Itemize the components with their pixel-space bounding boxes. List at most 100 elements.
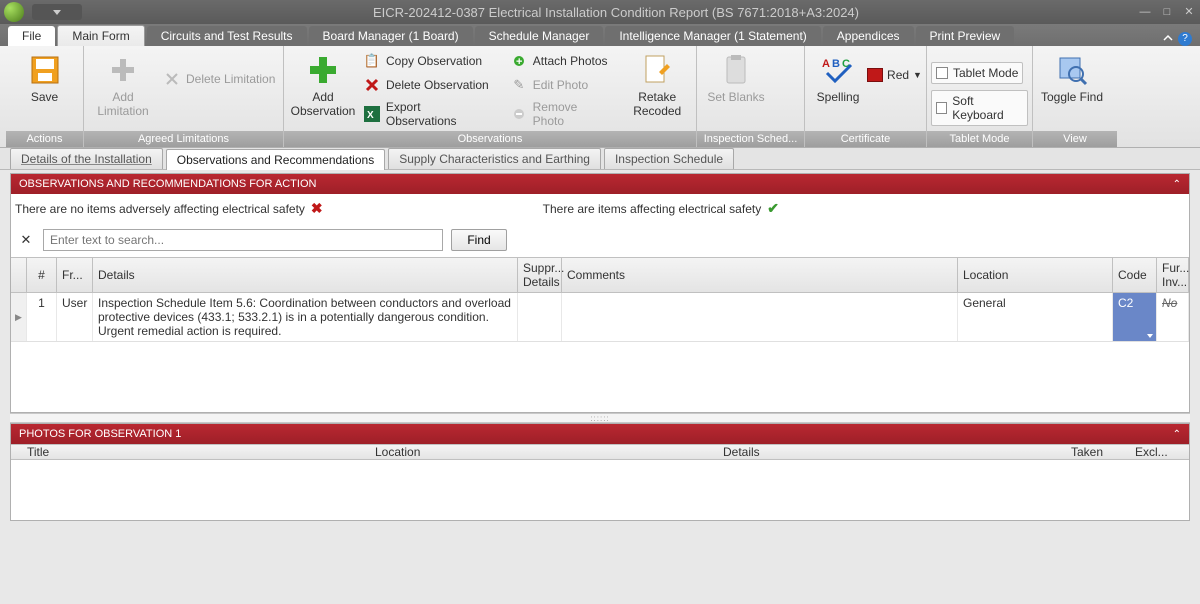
chevron-up-icon[interactable] xyxy=(1162,32,1176,46)
collapse-icon[interactable]: ⌃ xyxy=(1173,179,1181,190)
save-button[interactable]: Save xyxy=(10,48,79,109)
soft-keyboard-label: Soft Keyboard xyxy=(952,94,1023,122)
ribbon: Save Actions Add Limitation Delete Limit… xyxy=(0,46,1200,148)
cell-supp xyxy=(518,293,562,341)
splitter-handle[interactable]: :::::: xyxy=(10,413,1190,423)
add-observation-button[interactable]: Add Observation xyxy=(288,48,358,123)
main-tabs: File Main Form Circuits and Test Results… xyxy=(0,24,1200,46)
group-view-label: View xyxy=(1033,131,1117,147)
cell-code[interactable]: C2 xyxy=(1113,293,1157,341)
col-photo-details[interactable]: Details xyxy=(723,445,1071,459)
remove-photo-button[interactable]: Remove Photo xyxy=(507,98,615,130)
app-orb-icon[interactable] xyxy=(4,2,24,22)
attach-photos-button[interactable]: +Attach Photos xyxy=(507,50,615,72)
row-selector-header xyxy=(11,258,27,292)
delete-observation-button[interactable]: Delete Observation xyxy=(360,74,497,96)
soft-keyboard-checkbox[interactable]: Soft Keyboard xyxy=(931,90,1028,126)
toggle-find-label: Toggle Find xyxy=(1041,90,1103,104)
set-blanks-label: Set Blanks xyxy=(707,90,764,104)
col-code[interactable]: Code xyxy=(1113,258,1157,292)
observations-panel: OBSERVATIONS AND RECOMMENDATIONS FOR ACT… xyxy=(10,173,1190,413)
tab-intelligence-manager[interactable]: Intelligence Manager (1 Statement) xyxy=(605,26,820,46)
col-photo-taken[interactable]: Taken xyxy=(1071,445,1135,459)
edit-photo-button[interactable]: ✎Edit Photo xyxy=(507,74,615,96)
tablet-mode-checkbox[interactable]: Tablet Mode xyxy=(931,62,1023,84)
subtab-details[interactable]: Details of the Installation xyxy=(10,148,163,169)
col-further-inv[interactable]: Fur... Inv... xyxy=(1157,258,1189,292)
cell-further-inv: No xyxy=(1157,293,1189,341)
save-label: Save xyxy=(31,90,58,104)
photo-row-selector-header xyxy=(11,445,27,459)
tab-appendices[interactable]: Appendices xyxy=(823,26,914,46)
tab-main-form[interactable]: Main Form xyxy=(57,25,144,46)
spelling-button[interactable]: ABC Spelling xyxy=(809,48,867,109)
photos-panel: PHOTOS FOR OBSERVATION 1 ⌃ Title Locatio… xyxy=(10,423,1190,521)
window-title: EICR-202412-0387 Electrical Installation… xyxy=(94,5,1138,20)
tab-board-manager[interactable]: Board Manager (1 Board) xyxy=(309,26,473,46)
delete-icon xyxy=(163,70,181,88)
add-limitation-button[interactable]: Add Limitation xyxy=(88,48,158,123)
col-photo-location[interactable]: Location xyxy=(375,445,723,459)
col-photo-title[interactable]: Title xyxy=(27,445,375,459)
col-comments[interactable]: Comments xyxy=(562,258,958,292)
subtab-supply[interactable]: Supply Characteristics and Earthing xyxy=(388,148,601,169)
retake-recoded-button[interactable]: Retake Recoded xyxy=(622,48,692,123)
group-inspection-schedule-label: Inspection Sched... xyxy=(697,131,804,147)
color-selector[interactable]: Red ▼ xyxy=(867,68,922,82)
tab-schedule-manager[interactable]: Schedule Manager xyxy=(475,26,604,46)
find-button[interactable]: Find xyxy=(451,229,507,251)
help-icon[interactable]: ? xyxy=(1178,32,1192,46)
close-button[interactable]: ✕ xyxy=(1182,5,1196,19)
checkbox-icon xyxy=(936,67,948,79)
cell-comments xyxy=(562,293,958,341)
col-location[interactable]: Location xyxy=(958,258,1113,292)
observations-grid: # Fr... Details Suppr... Details Comment… xyxy=(11,257,1189,412)
export-observations-button[interactable]: XExport Observations xyxy=(360,98,497,130)
subtabs: Details of the Installation Observations… xyxy=(0,148,1200,170)
checkbox-icon xyxy=(936,102,947,114)
col-num[interactable]: # xyxy=(27,258,57,292)
save-icon xyxy=(28,53,62,87)
spelling-label: Spelling xyxy=(817,90,860,104)
col-from[interactable]: Fr... xyxy=(57,258,93,292)
tab-print-preview[interactable]: Print Preview xyxy=(916,26,1015,46)
observations-panel-heading: OBSERVATIONS AND RECOMMENDATIONS FOR ACT… xyxy=(19,178,316,190)
plus-icon xyxy=(106,53,140,87)
svg-text:X: X xyxy=(367,110,374,121)
toggle-find-button[interactable]: Toggle Find xyxy=(1037,48,1107,109)
check-icon: ✔ xyxy=(767,200,779,217)
collapse-icon[interactable]: ⌃ xyxy=(1173,429,1181,440)
delete-limitation-button[interactable]: Delete Limitation xyxy=(160,68,278,90)
svg-text:+: + xyxy=(516,56,522,68)
svg-text:B: B xyxy=(832,58,840,70)
document-pencil-icon xyxy=(640,53,674,87)
subtab-observations[interactable]: Observations and Recommendations xyxy=(166,149,385,170)
items-safety: There are items affecting electrical saf… xyxy=(543,200,779,217)
quick-access-toolbar[interactable] xyxy=(32,4,82,20)
minimize-button[interactable]: — xyxy=(1138,5,1152,19)
maximize-button[interactable]: □ xyxy=(1160,5,1174,19)
col-details[interactable]: Details xyxy=(93,258,518,292)
subtab-inspection[interactable]: Inspection Schedule xyxy=(604,148,734,169)
delete-observation-label: Delete Observation xyxy=(386,78,489,92)
set-blanks-button[interactable]: Set Blanks xyxy=(701,48,771,109)
no-items-safety: There are no items adversely affecting e… xyxy=(15,200,323,217)
svg-text:A: A xyxy=(822,58,830,70)
retake-recoded-label: Retake Recoded xyxy=(625,90,689,118)
red-label: Red xyxy=(887,68,909,82)
no-items-text: There are no items adversely affecting e… xyxy=(15,202,305,216)
cell-details: Inspection Schedule Item 5.6: Coordinati… xyxy=(93,293,518,341)
tab-circuits[interactable]: Circuits and Test Results xyxy=(147,26,307,46)
col-photo-excl[interactable]: Excl... xyxy=(1135,445,1177,459)
add-limitation-label: Add Limitation xyxy=(91,90,155,118)
table-row[interactable]: ▶ 1 User Inspection Schedule Item 5.6: C… xyxy=(11,293,1189,342)
tab-file[interactable]: File xyxy=(8,26,55,46)
col-suppress-details[interactable]: Suppr... Details xyxy=(518,258,562,292)
copy-observation-button[interactable]: 📋Copy Observation xyxy=(360,50,497,72)
plus-green-icon xyxy=(306,53,340,87)
search-input[interactable] xyxy=(43,229,443,251)
attach-icon: + xyxy=(510,52,528,70)
clear-search-button[interactable]: ✕ xyxy=(17,232,35,248)
row-selector[interactable]: ▶ xyxy=(11,293,27,341)
group-actions-label: Actions xyxy=(6,131,83,147)
